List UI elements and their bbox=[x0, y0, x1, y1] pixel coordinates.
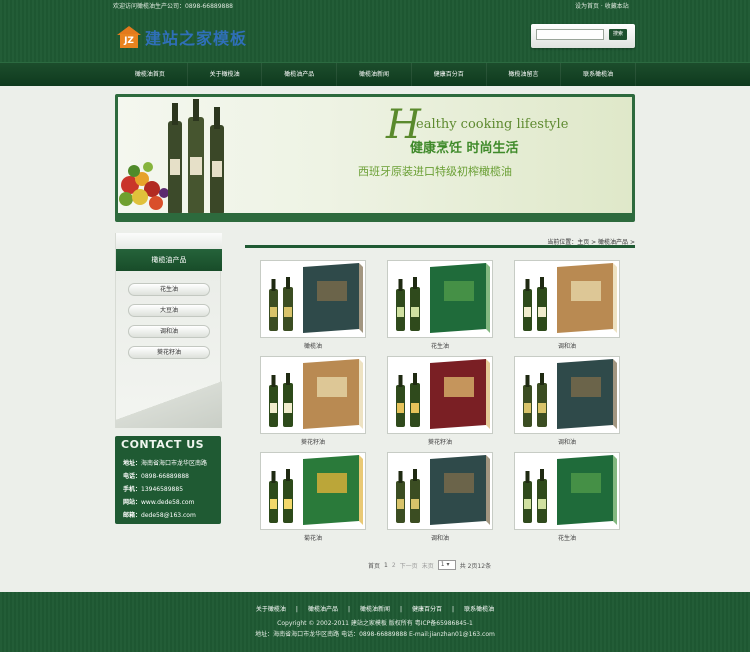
pager-last[interactable]: 末页 bbox=[422, 561, 434, 570]
product-name[interactable]: 葵花籽油 bbox=[387, 437, 493, 446]
main-nav: 橄榄油首页 关于橄榄油 橄榄油产品 橄榄油新闻 健康百分百 橄榄油留言 联系橄榄油 bbox=[0, 62, 750, 87]
product-name[interactable]: 葵花籽油 bbox=[260, 437, 366, 446]
nav-item-0[interactable]: 橄榄油首页 bbox=[113, 63, 188, 87]
site-header: 欢迎访问橄榄油生产公司：0898-66889888 设为首页 · 收藏本站 JZ… bbox=[0, 0, 750, 62]
logo-text: 建站之家模板 bbox=[145, 29, 248, 48]
product-image[interactable] bbox=[514, 260, 620, 338]
banner-subline: 西班牙原装进口特级初榨橄榄油 bbox=[358, 165, 512, 178]
category-button-1[interactable]: 大豆油 bbox=[128, 304, 210, 317]
footer-link-3[interactable]: 健康百分百 bbox=[412, 606, 442, 613]
contact-line-2: 手机：13946589885 bbox=[123, 486, 184, 493]
footer-link-0[interactable]: 关于橄榄油 bbox=[256, 606, 286, 613]
product-image[interactable] bbox=[514, 356, 620, 434]
footer-separator: | bbox=[295, 606, 298, 613]
product-image[interactable] bbox=[514, 452, 620, 530]
footer-address: 地址：海南省海口市龙华区南路 电话：0898-66889888 E-mail:j… bbox=[255, 631, 495, 638]
product-name[interactable]: 调和油 bbox=[514, 437, 620, 446]
category-button-3[interactable]: 葵花籽油 bbox=[128, 346, 210, 359]
contact-line-0: 地址：海南省海口市龙华区南路 bbox=[123, 460, 208, 467]
product-image[interactable] bbox=[387, 356, 493, 434]
product-image[interactable] bbox=[260, 452, 366, 530]
banner-slogan: 健康烹饪 时尚生活 bbox=[410, 141, 519, 156]
contact-panel: CONTACT US 地址：海南省海口市龙华区南路 电话：0898-6688988… bbox=[115, 436, 221, 524]
nav-item-2[interactable]: 橄榄油产品 bbox=[262, 63, 338, 87]
olive-oil-bottles-image bbox=[168, 99, 224, 215]
site-footer: 关于橄榄油 | 橄榄油产品 | 橄榄油新闻 | 健康百分百 | 联系橄榄油 Copyright … bbox=[0, 592, 750, 652]
sidebar-title: 橄榄油产品 bbox=[116, 249, 222, 271]
site-logo[interactable]: JZ 建站之家模板 bbox=[117, 24, 247, 50]
product-image[interactable] bbox=[387, 260, 493, 338]
hero-banner: H ealthy cooking lifestyle 健康烹饪 时尚生活 西班牙… bbox=[115, 94, 635, 222]
product-name[interactable]: 花生油 bbox=[514, 533, 620, 542]
search-input[interactable] bbox=[536, 29, 604, 40]
top-links[interactable]: 设为首页 · 收藏本站 bbox=[575, 1, 629, 10]
pager-page-2[interactable]: 2 bbox=[392, 562, 396, 569]
product-image[interactable] bbox=[260, 356, 366, 434]
pagination: 首页 1 2 下一页 末页 1 ▾ 共 2页12条 bbox=[368, 560, 491, 570]
footer-separator: | bbox=[452, 606, 455, 613]
footer-separator: | bbox=[400, 606, 403, 613]
pager-page-1[interactable]: 1 bbox=[384, 562, 388, 569]
banner-english-slogan: ealthy cooking lifestyle bbox=[416, 117, 569, 132]
breadcrumb[interactable]: 当前位置：主页 > 橄榄油产品 > bbox=[547, 237, 635, 246]
contact-line-3: 网站：www.dede58.com bbox=[123, 499, 195, 506]
product-name[interactable]: 花生油 bbox=[387, 341, 493, 350]
pager-first[interactable]: 首页 bbox=[368, 561, 380, 570]
pager-summary: 共 2页12条 bbox=[459, 562, 492, 570]
footer-link-4[interactable]: 联系橄榄油 bbox=[464, 606, 494, 613]
contact-line-1: 电话：0898-66889888 bbox=[123, 473, 189, 480]
contact-line-4: 邮箱：dede58@163.com bbox=[123, 512, 196, 519]
nav-item-4[interactable]: 健康百分百 bbox=[412, 63, 487, 87]
footer-link-1[interactable]: 橄榄油产品 bbox=[308, 606, 338, 613]
search-box: 搜索 bbox=[531, 24, 635, 48]
nav-item-6[interactable]: 联系橄榄油 bbox=[561, 63, 637, 87]
nav-item-3[interactable]: 橄榄油新闻 bbox=[337, 63, 412, 87]
product-name[interactable]: 橄榄油 bbox=[260, 341, 366, 350]
product-image[interactable] bbox=[387, 452, 493, 530]
product-name[interactable]: 菊花油 bbox=[260, 533, 366, 542]
sidebar-category-panel: 橄榄油产品 花生油大豆油调和油葵花籽油 bbox=[115, 233, 222, 428]
nav-item-1[interactable]: 关于橄榄油 bbox=[188, 63, 263, 87]
footer-link-2[interactable]: 橄榄油新闻 bbox=[360, 606, 390, 613]
nav-item-5[interactable]: 橄榄油留言 bbox=[487, 63, 562, 87]
product-name[interactable]: 调和油 bbox=[387, 533, 493, 542]
breadcrumb-bar: 当前位置：主页 > 橄榄油产品 > bbox=[245, 236, 635, 248]
product-name[interactable]: 调和油 bbox=[514, 341, 620, 350]
search-button[interactable]: 搜索 bbox=[609, 29, 627, 40]
pager-select[interactable]: 1 ▾ bbox=[437, 560, 456, 570]
pager-next[interactable]: 下一页 bbox=[400, 561, 418, 570]
contact-title: CONTACT US bbox=[121, 438, 205, 451]
product-image[interactable] bbox=[260, 260, 366, 338]
top-welcome-text: 欢迎访问橄榄油生产公司：0898-66889888 bbox=[113, 3, 233, 10]
footer-separator: | bbox=[347, 606, 350, 613]
footer-copyright: Copyright © 2002-2011 建站之家模板 版权所有 粤ICP备6… bbox=[277, 620, 473, 627]
footer-links: 关于橄榄油 | 橄榄油产品 | 橄榄油新闻 | 健康百分百 | 联系橄榄油 bbox=[0, 604, 750, 613]
category-button-0[interactable]: 花生油 bbox=[128, 283, 210, 296]
category-button-2[interactable]: 调和油 bbox=[128, 325, 210, 338]
house-logo-icon: JZ bbox=[117, 26, 141, 48]
